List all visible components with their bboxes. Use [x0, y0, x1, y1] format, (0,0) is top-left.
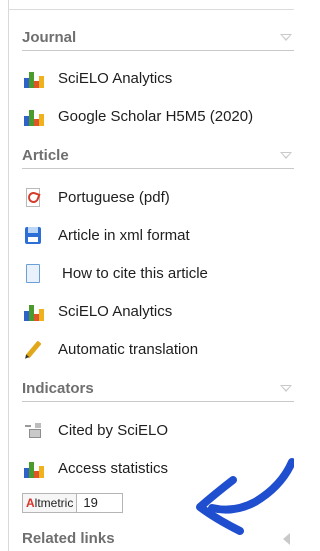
link-label: Access statistics: [58, 460, 169, 477]
link-label: Automatic translation: [58, 341, 199, 358]
link-cited-by-scielo[interactable]: Cited by SciELO: [22, 420, 168, 442]
collapse-icon[interactable]: [280, 34, 292, 41]
link-label: SciELO Analytics: [58, 70, 173, 87]
xml-file-icon: [22, 225, 44, 247]
link-article-xml[interactable]: Article in xml format: [22, 225, 190, 247]
related-links-section-header[interactable]: Related links: [22, 529, 294, 551]
collapse-icon[interactable]: [280, 152, 292, 159]
bar-chart-icon: [22, 458, 44, 480]
article-section-header[interactable]: Article: [22, 146, 294, 169]
section-title-related-links: Related links: [22, 530, 115, 547]
bar-chart-icon: [22, 301, 44, 323]
altmetric-badge[interactable]: Altmetric 19: [22, 493, 124, 513]
link-journal-scielo-analytics[interactable]: SciELO Analytics: [22, 68, 172, 90]
journal-section-header[interactable]: Journal: [22, 28, 294, 51]
link-portuguese-pdf[interactable]: Portuguese (pdf): [22, 187, 170, 209]
link-label: Portuguese (pdf): [58, 189, 170, 206]
section-title-indicators: Indicators: [22, 380, 94, 397]
collapse-icon[interactable]: [280, 385, 292, 392]
link-access-statistics[interactable]: Access statistics: [22, 458, 168, 480]
document-icon: [22, 263, 44, 285]
link-label: Article in xml format: [58, 227, 190, 244]
link-label: Google Scholar H5M5 (2020): [58, 108, 254, 125]
expand-icon[interactable]: [283, 533, 290, 545]
link-google-scholar[interactable]: Google Scholar H5M5 (2020): [22, 106, 253, 128]
altmetric-logo: Altmetric: [22, 493, 78, 513]
link-label: SciELO Analytics: [58, 303, 173, 320]
pen-icon: [22, 339, 44, 361]
annotation-arrow-head: [196, 476, 244, 535]
bar-chart-icon: [22, 106, 44, 128]
section-title-article: Article: [22, 147, 69, 164]
pdf-icon: [22, 187, 44, 209]
annotation-arrow-stroke: [208, 458, 294, 514]
indicators-section-header[interactable]: Indicators: [22, 379, 294, 402]
link-label: Cited by SciELO: [58, 422, 169, 439]
altmetric-score: 19: [77, 493, 124, 513]
section-title-journal: Journal: [22, 29, 77, 46]
link-article-scielo-analytics[interactable]: SciELO Analytics: [22, 301, 172, 323]
link-how-to-cite[interactable]: How to cite this article: [22, 263, 208, 285]
cited-icon: [22, 420, 44, 442]
link-automatic-translation[interactable]: Automatic translation: [22, 339, 198, 361]
link-label: How to cite this article: [62, 265, 208, 282]
top-divider: [8, 9, 294, 10]
bar-chart-icon: [22, 68, 44, 90]
sidebar-border: [8, 0, 9, 551]
